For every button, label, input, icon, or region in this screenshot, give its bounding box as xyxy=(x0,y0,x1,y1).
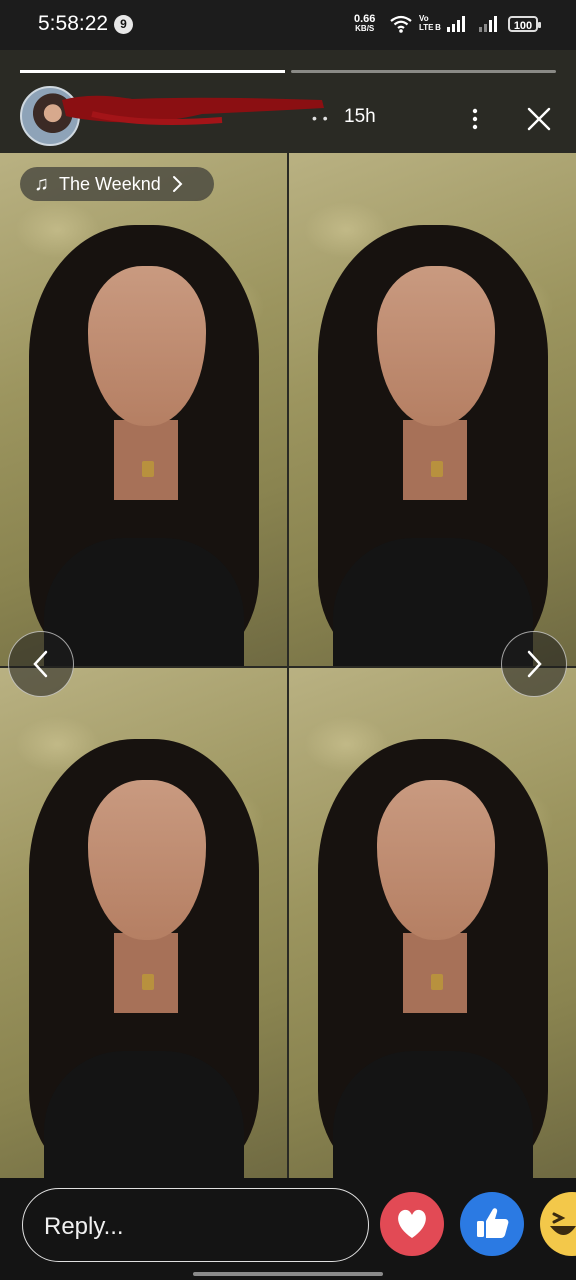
story-time-ago: 15h xyxy=(344,106,376,127)
battery-icon: 100 xyxy=(508,16,541,32)
signal-icon xyxy=(447,16,465,32)
music-label: The Weeknd xyxy=(59,173,161,194)
more-vertical-icon[interactable] xyxy=(462,102,488,136)
arrow-right-icon xyxy=(527,650,542,678)
heart-icon xyxy=(398,1209,426,1238)
volte-top: Vo xyxy=(419,14,429,23)
story-photo xyxy=(289,668,576,1178)
network-speed-value: 0.66 xyxy=(354,13,376,25)
close-icon[interactable] xyxy=(522,102,556,136)
reply-bar: Reply... xyxy=(0,1178,576,1280)
volte-bottom: LTE B xyxy=(419,23,441,32)
story-viewer[interactable]: • • 15h ♫ The Weeknd xyxy=(0,50,576,1178)
music-note-icon: ♫ xyxy=(34,172,49,195)
status-bar: 5:58:22 9 0.66 KB/S Vo LTE B 100 xyxy=(0,0,576,50)
network-speed: 0.66 KB/S xyxy=(354,14,375,34)
heart-reaction-button[interactable] xyxy=(380,1192,444,1256)
music-sticker[interactable]: ♫ The Weeknd xyxy=(20,167,214,201)
redacted-username xyxy=(52,90,328,132)
like-reaction-button[interactable] xyxy=(460,1192,524,1256)
network-speed-unit: KB/S xyxy=(355,24,375,33)
status-time: 5:58:22 xyxy=(38,12,109,35)
reply-input[interactable]: Reply... xyxy=(22,1188,369,1262)
story-progress-segment xyxy=(20,70,285,73)
ellipsis-dots: • • xyxy=(312,110,329,126)
wifi-icon xyxy=(390,15,412,33)
story-progress-segment xyxy=(291,70,556,73)
thumbs-up-icon xyxy=(477,1208,509,1238)
next-story-button[interactable] xyxy=(501,631,567,697)
signal-icon xyxy=(479,16,497,32)
story-photo xyxy=(289,153,576,666)
laughing-face-icon xyxy=(550,1212,576,1235)
previous-story-button[interactable] xyxy=(8,631,74,697)
haha-reaction-button[interactable] xyxy=(540,1192,576,1256)
notification-badge: 9 xyxy=(114,15,133,34)
arrow-left-icon xyxy=(33,650,48,678)
volte-indicator: Vo LTE B xyxy=(419,14,441,32)
story-photo xyxy=(0,153,287,666)
chevron-right-icon xyxy=(172,176,183,192)
reply-placeholder: Reply... xyxy=(44,1213,124,1240)
home-indicator[interactable] xyxy=(193,1272,383,1276)
story-photo xyxy=(0,668,287,1178)
